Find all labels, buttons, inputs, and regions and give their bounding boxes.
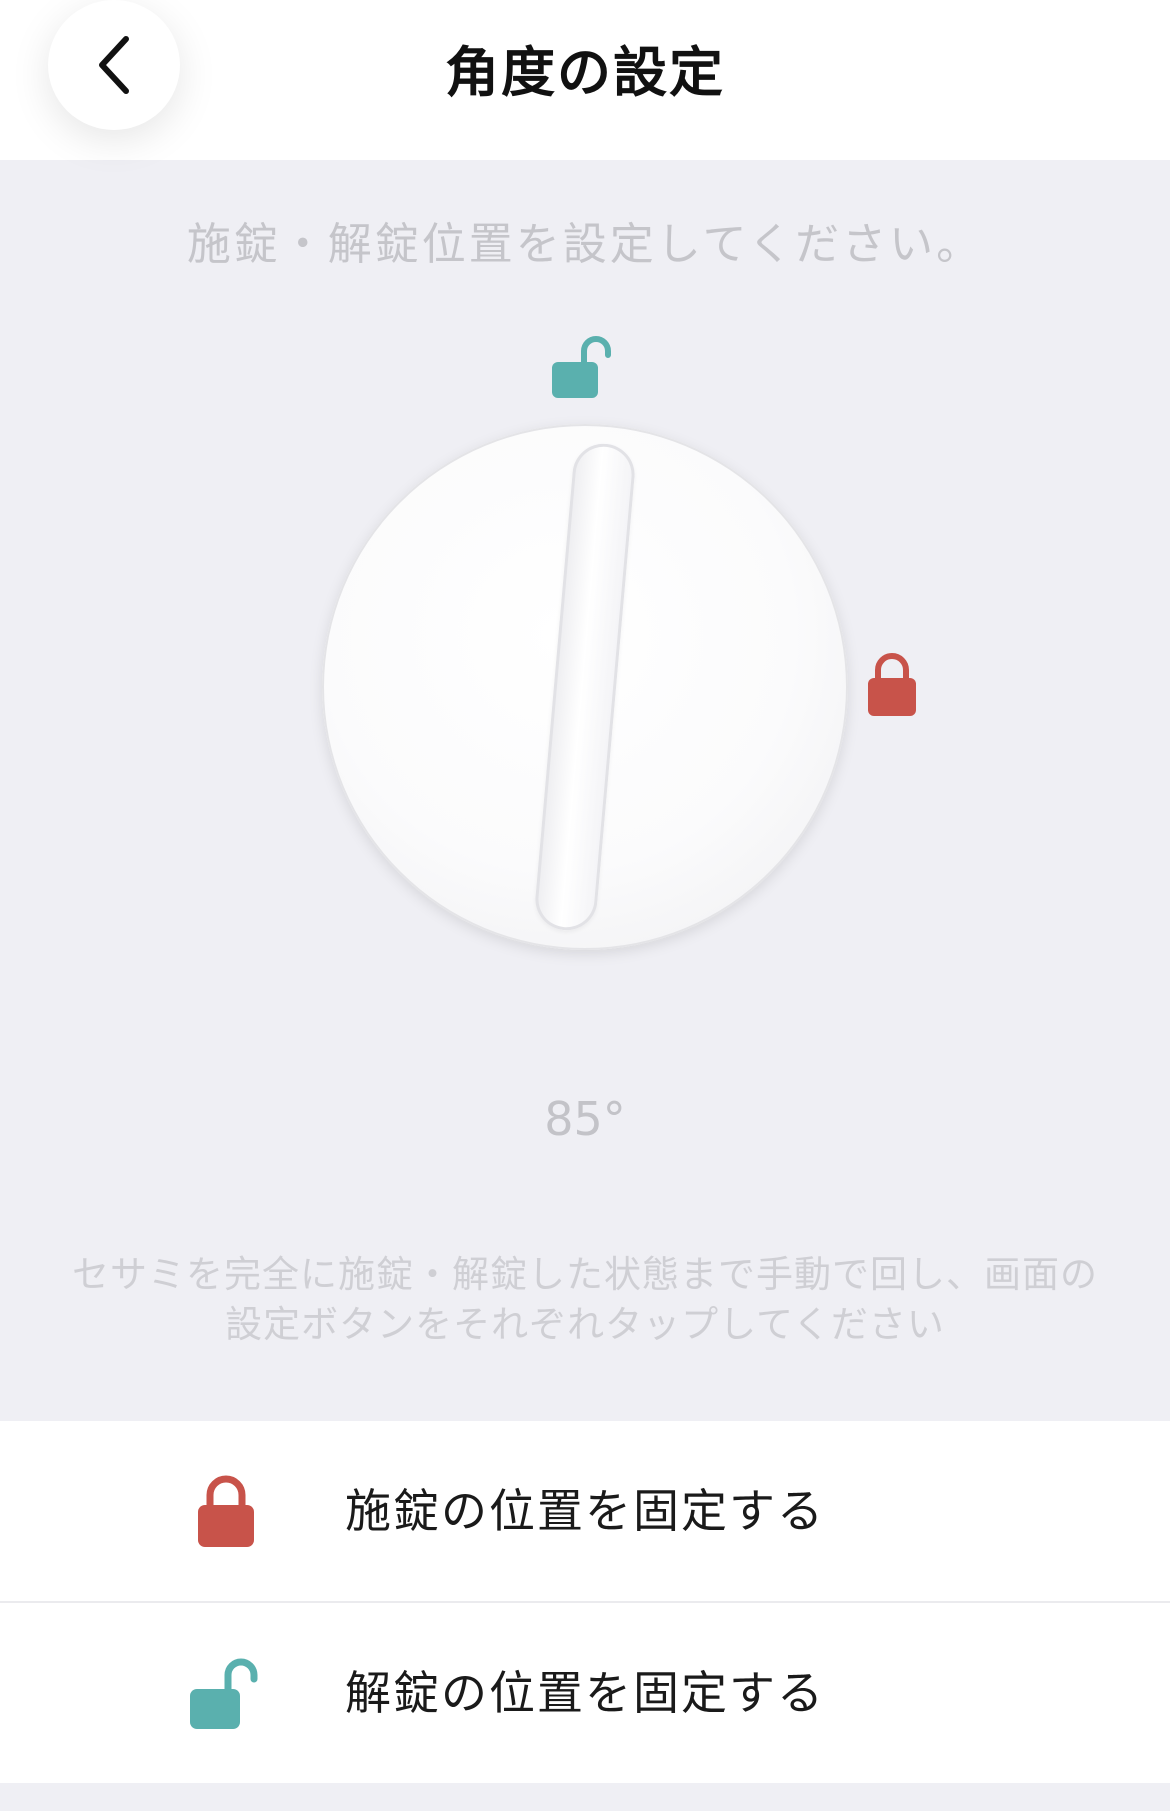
set-lock-position-label: 施錠の位置を固定する	[345, 1484, 825, 1538]
lock-icon	[198, 1475, 254, 1547]
unlock-icon	[190, 1658, 258, 1729]
instruction-text: 施錠・解錠位置を設定してください。	[186, 219, 984, 270]
angle-readout: 85°	[544, 1092, 626, 1146]
help-text: セサミを完全に施錠・解錠した状態まで手動で回し、画面の 設定ボタンをそれぞれタッ…	[30, 1250, 1140, 1350]
set-unlock-position-button[interactable]: 解錠の位置を固定する	[0, 1603, 1170, 1783]
set-unlock-position-label: 解錠の位置を固定する	[345, 1666, 825, 1720]
set-lock-position-button[interactable]: 施錠の位置を固定する	[0, 1421, 1170, 1601]
header: 角度の設定	[0, 0, 1170, 160]
lock-dial[interactable]	[322, 424, 848, 950]
page-title: 角度の設定	[445, 41, 725, 104]
angle-settings-panel: 施錠・解錠位置を設定してください。 85° セサミを完全に施錠・解錠した状態まで…	[0, 160, 1170, 1420]
lock-position-icon	[868, 653, 916, 716]
help-text-line: 設定ボタンをそれぞれタップしてください	[225, 1303, 945, 1346]
thumb-turn-knob[interactable]	[532, 441, 638, 933]
help-text-line: セサミを完全に施錠・解錠した状態まで手動で回し、画面の	[72, 1253, 1098, 1296]
unlock-position-icon	[552, 336, 611, 398]
